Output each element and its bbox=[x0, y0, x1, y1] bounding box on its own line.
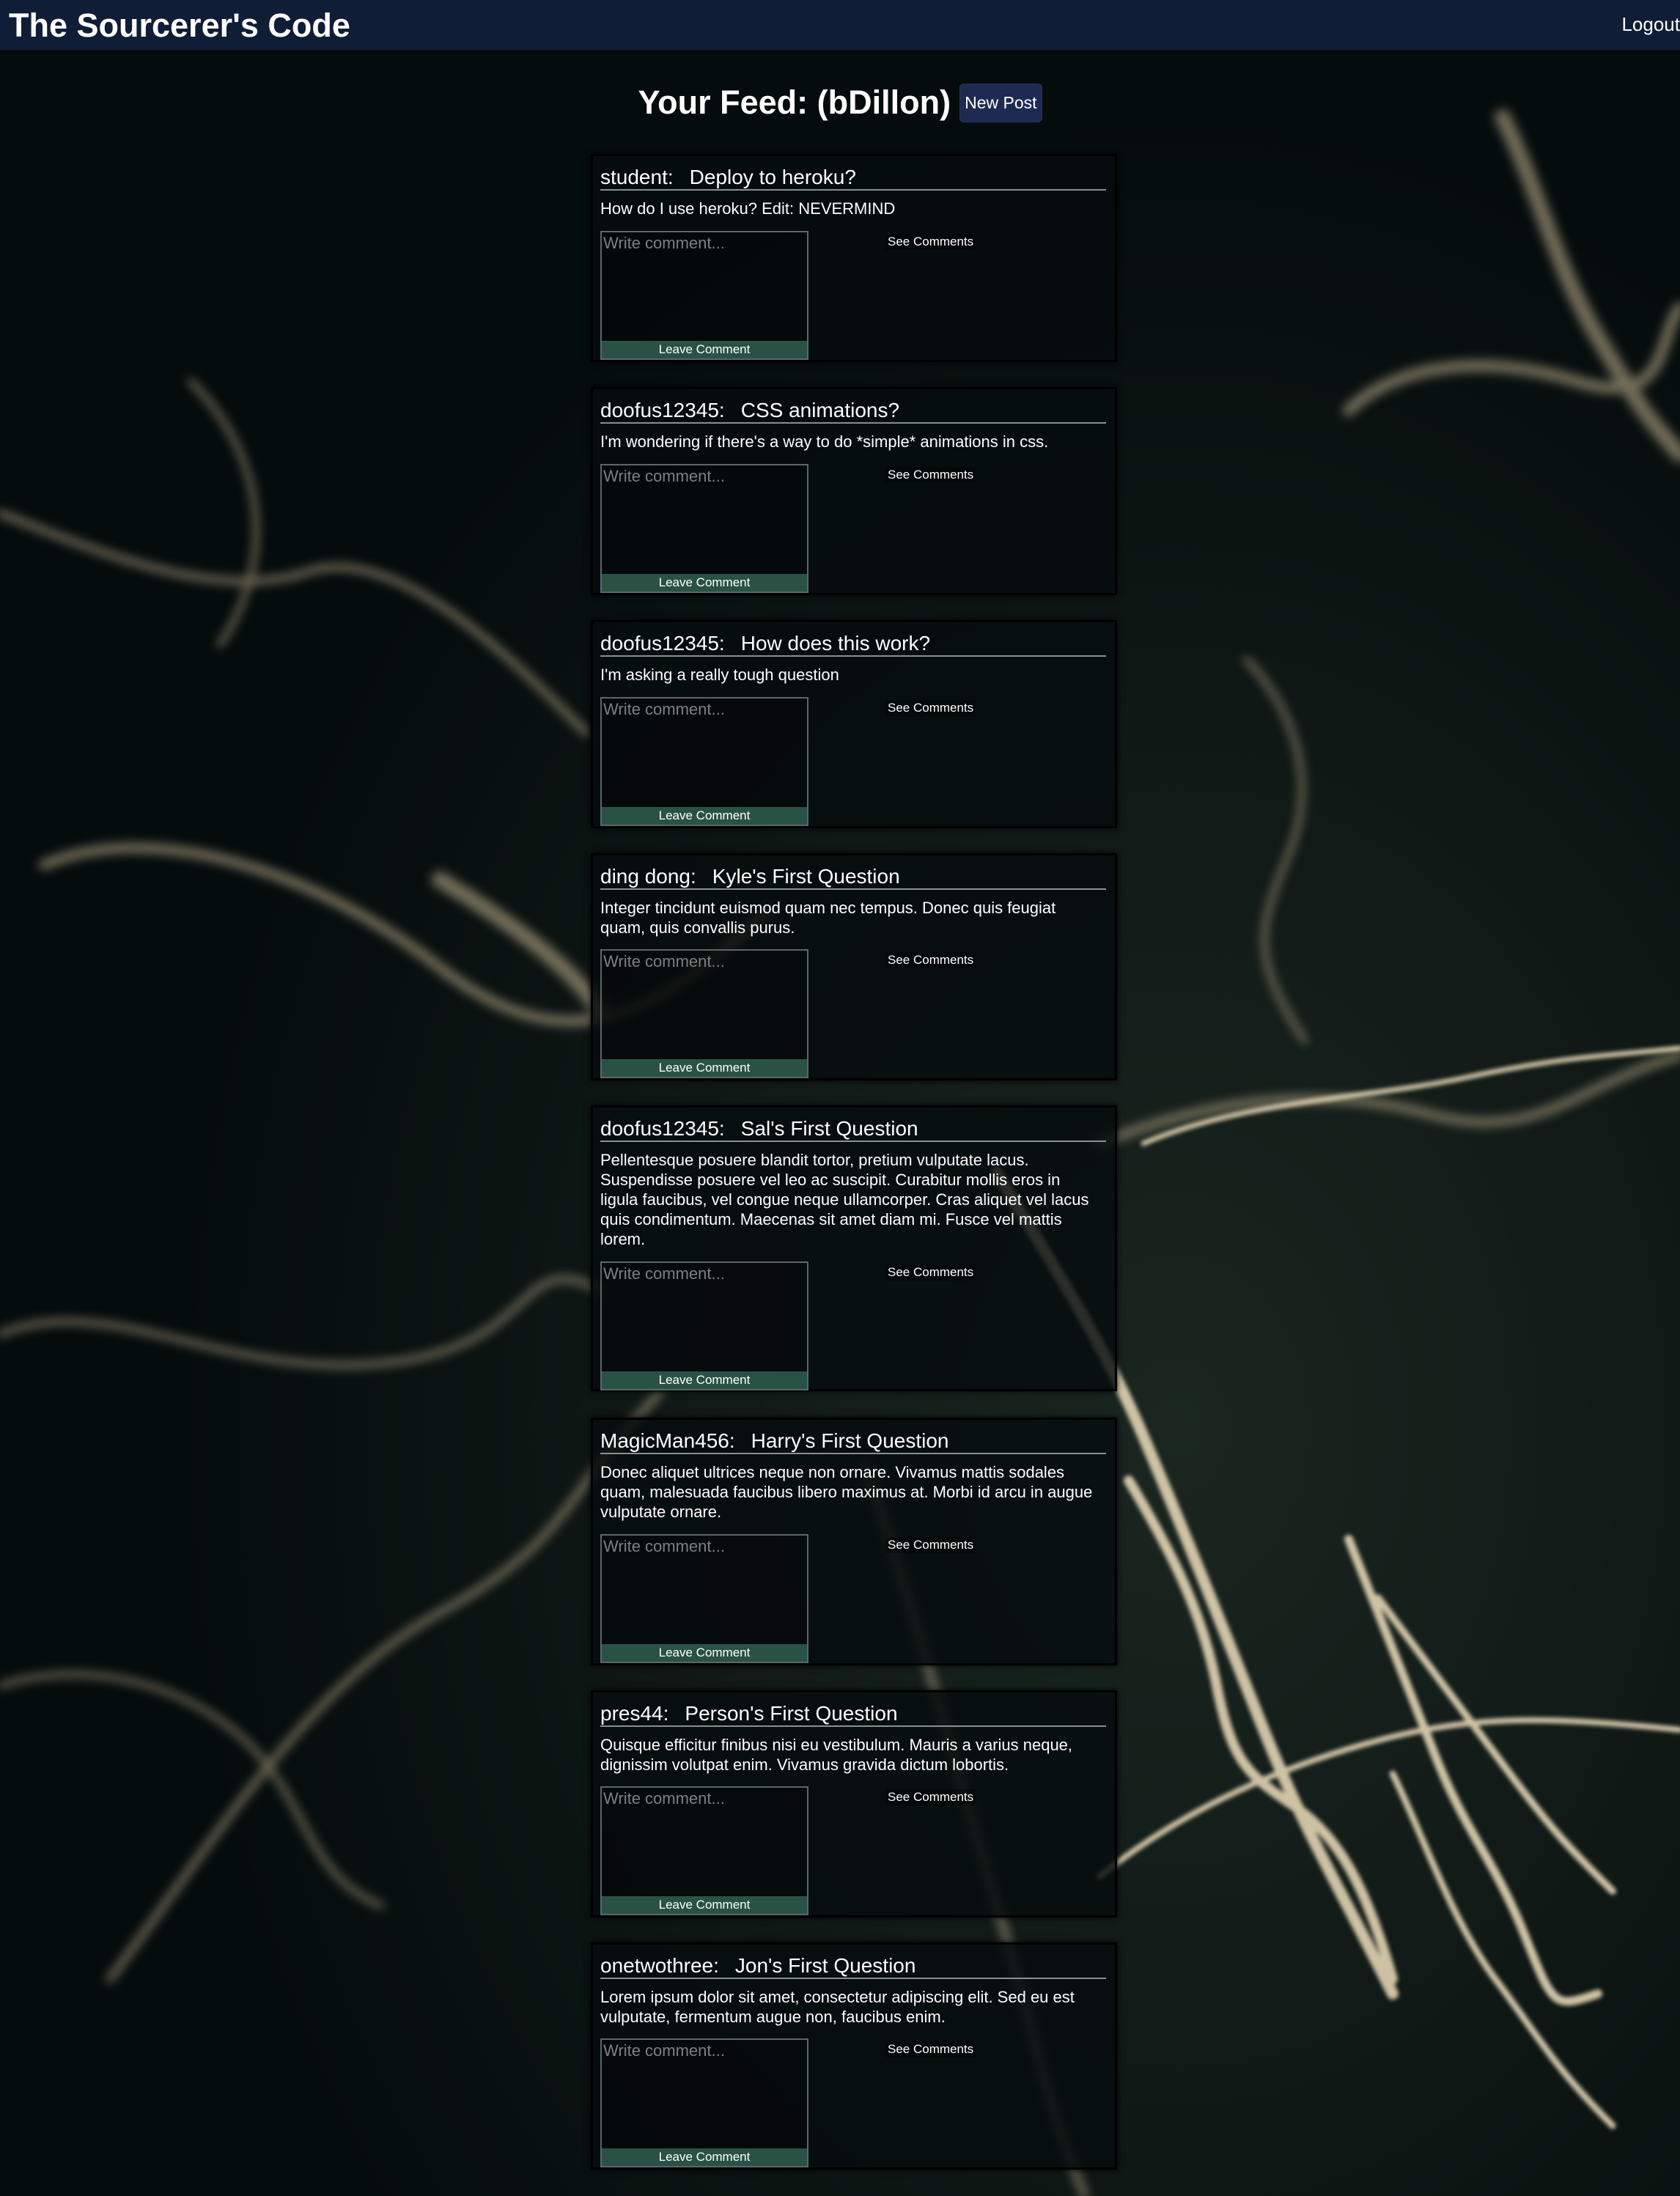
post-title: Deploy to heroku? bbox=[689, 166, 856, 188]
post-body: Donec aliquet ultrices neque non ornare.… bbox=[600, 1463, 1093, 1521]
post-title: Jon's First Question bbox=[734, 1954, 916, 1977]
comment-form: Leave Comment bbox=[600, 1261, 808, 1390]
comment-form: Leave Comment bbox=[600, 231, 808, 360]
post-title: Sal's First Question bbox=[740, 1117, 918, 1140]
see-comments-button[interactable]: See Comments bbox=[885, 1537, 976, 1553]
comment-input[interactable] bbox=[602, 465, 807, 568]
post-author[interactable]: MagicMan456: bbox=[600, 1429, 735, 1452]
leave-comment-button[interactable]: Leave Comment bbox=[602, 1896, 807, 1914]
post-author[interactable]: pres44: bbox=[600, 1702, 668, 1725]
comment-form: Leave Comment bbox=[600, 1786, 808, 1915]
post-header: student: Deploy to heroku? bbox=[600, 166, 1106, 191]
comment-form: Leave Comment bbox=[600, 1534, 808, 1663]
comment-form: Leave Comment bbox=[600, 464, 808, 593]
post-card: onetwothree: Jon's First Question Lorem i… bbox=[591, 1942, 1117, 2170]
comment-input[interactable] bbox=[602, 1788, 807, 1890]
post-title: Kyle's First Question bbox=[712, 865, 900, 888]
comment-input[interactable] bbox=[602, 232, 807, 335]
see-comments-button[interactable]: See Comments bbox=[885, 1789, 976, 1805]
feed-header: Your Feed: (bDillon) New Post bbox=[0, 81, 1680, 125]
logout-link[interactable]: Logout bbox=[1621, 13, 1680, 36]
post-header: pres44: Person's First Question bbox=[600, 1703, 1106, 1727]
post-body: I'm wondering if there's a way to do *si… bbox=[600, 432, 1049, 451]
post-body: Lorem ipsum dolor sit amet, consectetur … bbox=[600, 1988, 1075, 2026]
comment-input[interactable] bbox=[602, 2040, 807, 2142]
post-author[interactable]: doofus12345: bbox=[600, 632, 725, 655]
see-comments-button[interactable]: See Comments bbox=[885, 952, 976, 968]
post-card: ding dong: Kyle's First Question Integer … bbox=[591, 853, 1117, 1080]
post-author[interactable]: onetwothree: bbox=[600, 1954, 719, 1977]
post-author[interactable]: doofus12345: bbox=[600, 399, 725, 421]
comment-input[interactable] bbox=[602, 951, 807, 1053]
comment-form: Leave Comment bbox=[600, 949, 808, 1078]
post-body: Pellentesque posuere blandit tortor, pre… bbox=[600, 1151, 1089, 1248]
feed-title: Your Feed: (bDillon) bbox=[638, 84, 951, 121]
see-comments-button[interactable]: See Comments bbox=[885, 234, 976, 250]
post-header: doofus12345: How does this work? bbox=[600, 633, 1106, 657]
top-navigation-bar: The Sourcerer's Code Logout bbox=[0, 0, 1680, 50]
comment-input[interactable] bbox=[602, 1263, 807, 1366]
leave-comment-button[interactable]: Leave Comment bbox=[602, 807, 807, 825]
post-body: Quisque efficitur finibus nisi eu vestib… bbox=[600, 1736, 1073, 1774]
post-body: How do I use heroku? Edit: NEVERMIND bbox=[600, 199, 896, 218]
post-body: I'm asking a really tough question bbox=[600, 666, 839, 684]
post-author[interactable]: ding dong: bbox=[600, 865, 696, 888]
post-card: student: Deploy to heroku? How do I use h… bbox=[591, 154, 1117, 362]
comment-input[interactable] bbox=[602, 1536, 807, 1638]
post-author[interactable]: student: bbox=[600, 166, 674, 188]
post-header: MagicMan456: Harry's First Question bbox=[600, 1430, 1106, 1454]
site-title[interactable]: The Sourcerer's Code bbox=[9, 7, 350, 45]
post-header: doofus12345: Sal's First Question bbox=[600, 1118, 1106, 1142]
post-body: Integer tincidunt euismod quam nec tempu… bbox=[600, 899, 1056, 937]
post-card: doofus12345: CSS animations? I'm wonderin… bbox=[591, 387, 1117, 595]
comment-form: Leave Comment bbox=[600, 697, 808, 826]
post-title: Harry's First Question bbox=[751, 1429, 949, 1452]
leave-comment-button[interactable]: Leave Comment bbox=[602, 1644, 807, 1662]
post-author[interactable]: doofus12345: bbox=[600, 1117, 725, 1140]
comment-input[interactable] bbox=[602, 699, 807, 801]
post-title: CSS animations? bbox=[740, 399, 900, 421]
post-card: MagicMan456: Harry's First Question Donec… bbox=[591, 1418, 1117, 1665]
see-comments-button[interactable]: See Comments bbox=[885, 467, 976, 483]
post-card: doofus12345: How does this work? I'm aski… bbox=[591, 620, 1117, 828]
leave-comment-button[interactable]: Leave Comment bbox=[602, 2148, 807, 2166]
leave-comment-button[interactable]: Leave Comment bbox=[602, 341, 807, 358]
post-header: doofus12345: CSS animations? bbox=[600, 399, 1106, 424]
see-comments-button[interactable]: See Comments bbox=[885, 700, 976, 716]
post-card: pres44: Person's First Question Quisque e… bbox=[591, 1690, 1117, 1917]
post-title: Person's First Question bbox=[685, 1702, 898, 1725]
post-header: ding dong: Kyle's First Question bbox=[600, 866, 1106, 890]
see-comments-button[interactable]: See Comments bbox=[885, 2041, 976, 2057]
leave-comment-button[interactable]: Leave Comment bbox=[602, 574, 807, 592]
leave-comment-button[interactable]: Leave Comment bbox=[602, 1059, 807, 1077]
see-comments-button[interactable]: See Comments bbox=[885, 1264, 976, 1281]
post-title: How does this work? bbox=[740, 632, 931, 655]
comment-form: Leave Comment bbox=[600, 2038, 808, 2167]
post-card: doofus12345: Sal's First Question Pellent… bbox=[591, 1105, 1117, 1391]
post-header: onetwothree: Jon's First Question bbox=[600, 1955, 1106, 1979]
leave-comment-button[interactable]: Leave Comment bbox=[602, 1371, 807, 1389]
new-post-button[interactable]: New Post bbox=[959, 83, 1042, 122]
